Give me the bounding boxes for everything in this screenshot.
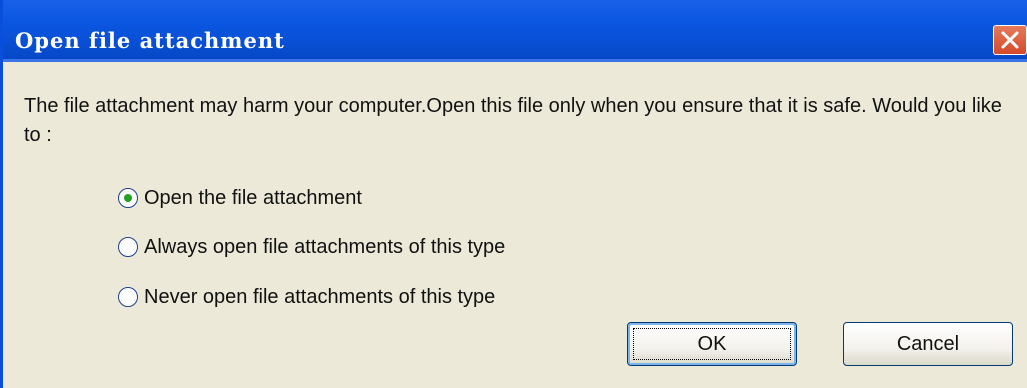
- title-bar[interactable]: Open file attachment: [3, 0, 1027, 59]
- dialog-window: Open file attachment The file attachment…: [0, 0, 1027, 388]
- radio-open-attachment[interactable]: Open the file attachment: [118, 185, 362, 211]
- radio-always-open[interactable]: Always open file attachments of this typ…: [118, 234, 505, 260]
- cancel-button[interactable]: Cancel: [843, 322, 1013, 366]
- radio-button[interactable]: [118, 237, 138, 257]
- radio-button-selected[interactable]: [118, 188, 138, 208]
- ok-button[interactable]: OK: [627, 322, 797, 366]
- dialog-body: The file attachment may harm your comput…: [3, 59, 1027, 388]
- warning-message: The file attachment may harm your comput…: [24, 95, 1002, 146]
- close-button[interactable]: [993, 25, 1027, 55]
- radio-label: Never open file attachments of this type: [144, 285, 496, 308]
- focus-ring: [633, 328, 791, 360]
- radio-never-open[interactable]: Never open file attachments of this type: [118, 284, 495, 310]
- dialog-title: Open file attachment: [15, 28, 285, 53]
- cancel-button-label: Cancel: [896, 332, 960, 355]
- radio-label: Open the file attachment: [144, 186, 362, 209]
- radio-button[interactable]: [118, 287, 138, 307]
- close-icon: [1001, 31, 1019, 49]
- radio-label: Always open file attachments of this typ…: [144, 235, 506, 258]
